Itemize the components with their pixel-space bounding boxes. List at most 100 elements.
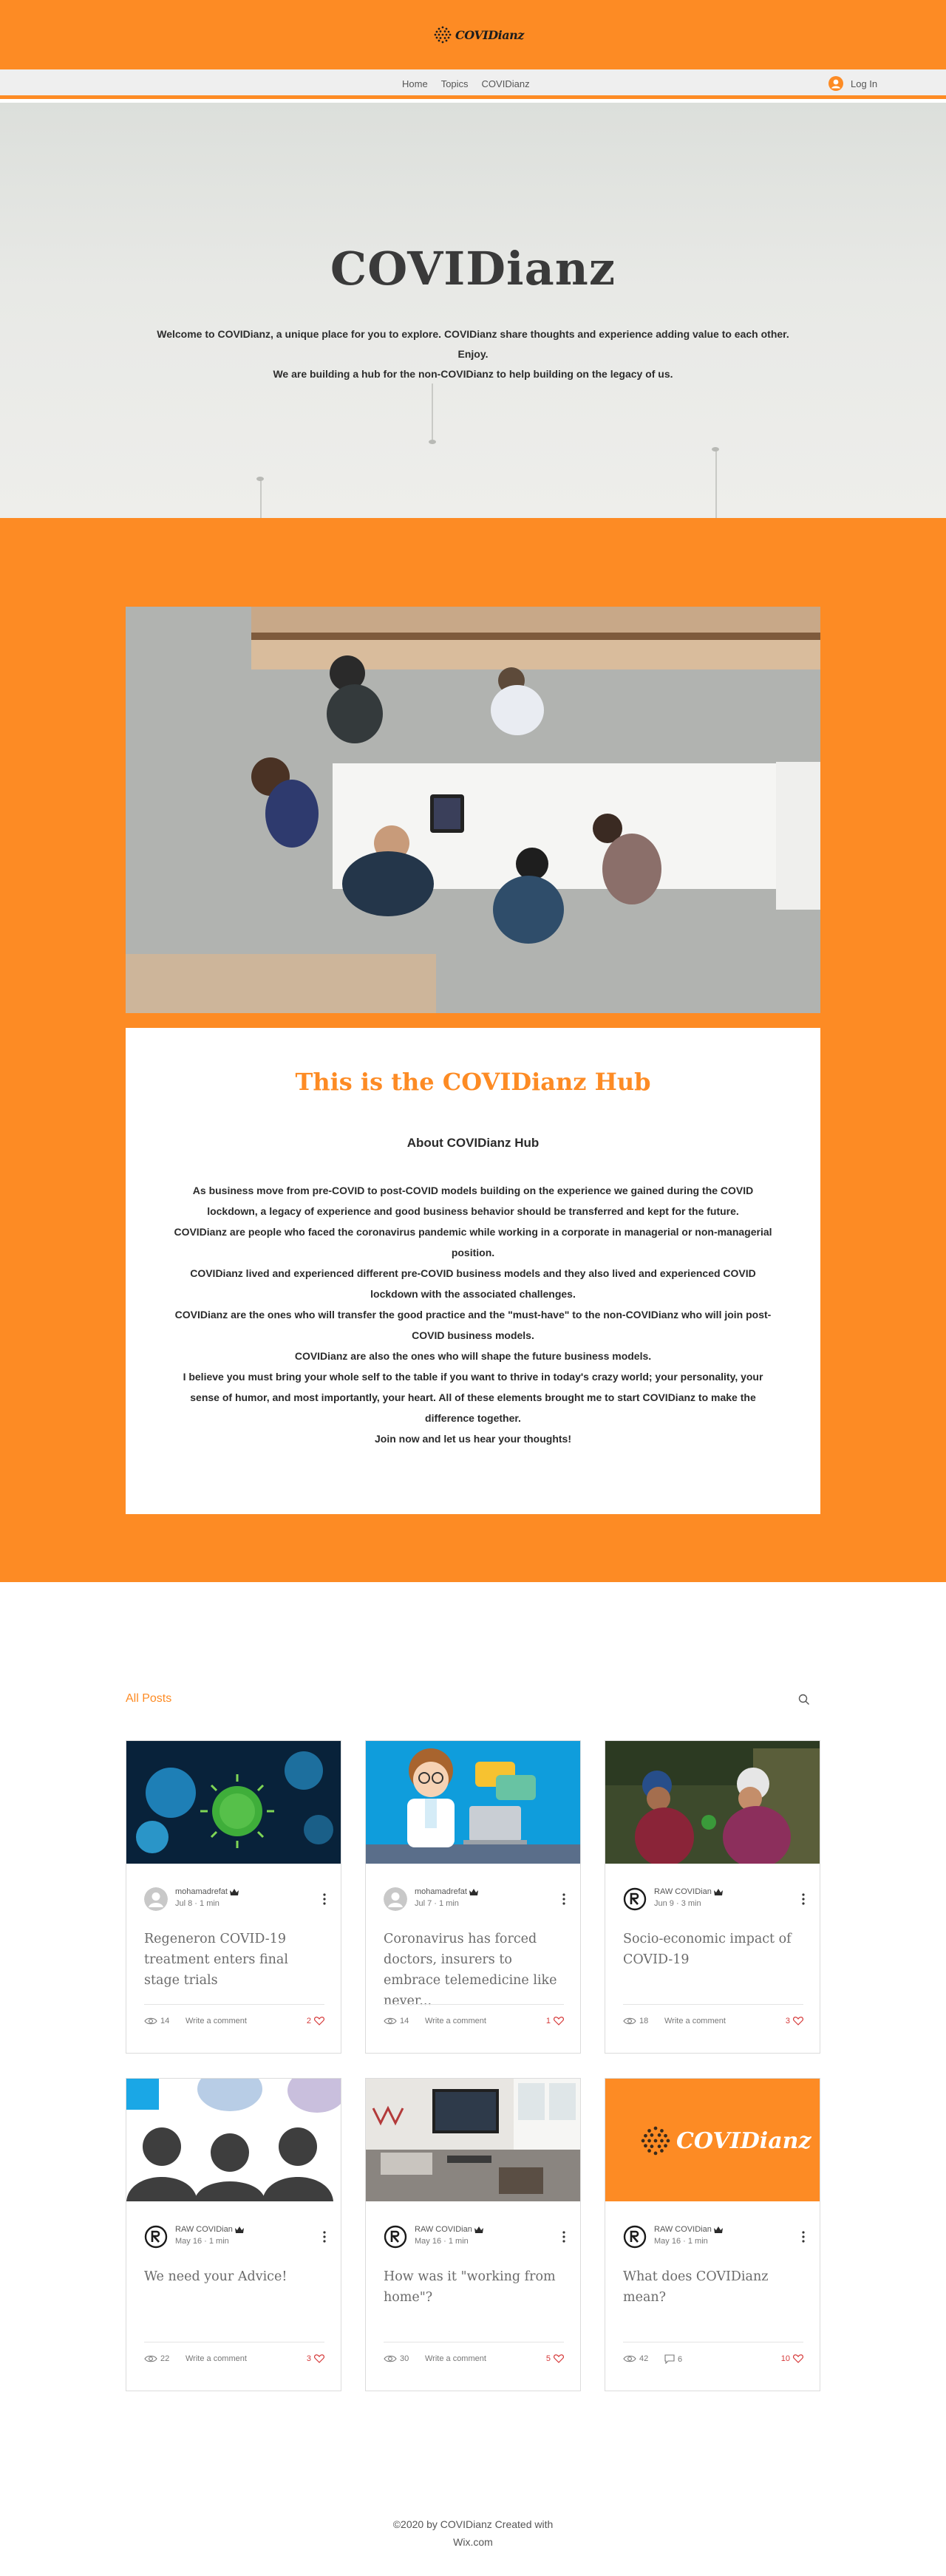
heart-icon [314,2354,324,2363]
author-avatar[interactable] [144,1887,168,1911]
post-meta: RAW COVIDian Jun 9 · 3 min [623,1886,808,1915]
comments-count[interactable]: 6 [664,2354,682,2364]
footer: ©2020 by COVIDianz Created with Wix.com [0,2515,946,2551]
post-title[interactable]: What does COVIDianz mean? [623,2266,803,2308]
like-button[interactable]: 3 [307,2354,324,2363]
post-footer: 22 Write a comment 3 [144,2342,324,2371]
more-options-icon[interactable] [320,2229,329,2244]
author-avatar[interactable] [623,2225,647,2249]
post-thumbnail [126,2079,341,2201]
read-time: 1 min [448,2237,469,2246]
covidianz-logo-image: COVIDianz [639,2124,811,2157]
post-title[interactable]: We need your Advice! [144,2266,324,2287]
market-image [605,1741,820,1864]
post-meta: mohamadrefat Jul 8 · 1 min [144,1886,329,1915]
eye-icon [144,2355,157,2362]
post-card[interactable]: RAW COVIDian Jun 9 · 3 min Socio-economi… [605,1740,820,2054]
about-paragraph: COVIDianz lived and experienced differen… [190,1267,756,1300]
post-date: May 16 · 1 min [654,2237,708,2246]
post-card[interactable]: mohamadrefat Jul 7 · 1 min Coronavirus h… [365,1740,581,2054]
post-meta: RAW COVIDian May 16 · 1 min [384,2224,568,2253]
views-count: 18 [623,2017,648,2025]
likes-value: 2 [306,2017,311,2025]
write-comment-link[interactable]: Write a comment [425,2017,486,2025]
like-button[interactable]: 5 [546,2354,564,2363]
post-meta: RAW COVIDian May 16 · 1 min [623,2224,808,2253]
read-time: 1 min [200,1899,220,1908]
likes-value: 3 [785,2017,790,2025]
post-date: May 16 · 1 min [175,2237,229,2246]
heart-icon [314,2017,324,2025]
post-card[interactable]: COVIDianz RAW COVIDian May 16 · 1 min Wh… [605,2078,820,2391]
meeting-photo [126,607,820,1013]
post-thumbnail: COVIDianz [605,2079,820,2201]
nav-item-topics[interactable]: Topics [441,78,469,89]
crown-icon [234,2226,244,2233]
post-title[interactable]: Socio-economic impact of COVID-19 [623,1929,803,1970]
write-comment-link[interactable]: Write a comment [425,2354,486,2363]
nav-item-covidianz[interactable]: COVIDianz [482,78,530,89]
about-paragraph: COVIDianz are also the ones who will sha… [294,1350,652,1362]
post-footer: 30 Write a comment 5 [384,2342,564,2371]
post-thumbnail [366,2079,580,2201]
more-options-icon[interactable] [559,1892,568,1907]
post-title[interactable]: How was it "working from home"? [384,2266,564,2308]
write-comment-link[interactable]: Write a comment [186,2017,247,2025]
views-value: 30 [400,2354,409,2363]
more-options-icon[interactable] [799,2229,808,2244]
post-title[interactable]: Coronavirus has forced doctors, insurers… [384,1929,564,2011]
author-name: mohamadrefat [415,1887,467,1896]
crown-icon [713,2226,723,2233]
like-button[interactable]: 10 [781,2354,803,2363]
author-name: RAW COVIDian [175,2225,233,2234]
like-button[interactable]: 3 [786,2017,803,2025]
author-avatar[interactable] [623,1887,647,1911]
wix-link[interactable]: Wix.com [0,2533,946,2551]
more-options-icon[interactable] [559,2229,568,2244]
likes-value: 5 [545,2354,551,2363]
hero-lamp [715,450,717,518]
post-footer: 14 Write a comment 2 [144,2004,324,2034]
about-body: As business move from pre-COVID to post-… [170,1180,776,1449]
post-card[interactable]: RAW COVIDian May 16 · 1 min We need your… [126,2078,341,2391]
post-date: Jun 9 · 3 min [654,1899,701,1908]
post-author[interactable]: RAW COVIDian [654,2225,723,2234]
post-author[interactable]: mohamadrefat [175,1887,239,1896]
post-author[interactable]: mohamadrefat [415,1887,478,1896]
nav-item-home[interactable]: Home [402,78,428,89]
write-comment-link[interactable]: Write a comment [664,2017,726,2025]
telemedicine-image [366,1741,580,1864]
views-value: 22 [160,2354,170,2363]
more-options-icon[interactable] [799,1892,808,1907]
post-meta: mohamadrefat Jul 7 · 1 min [384,1886,568,1915]
like-button[interactable]: 1 [546,2017,564,2025]
post-author[interactable]: RAW COVIDian [415,2225,483,2234]
about-card: This is the COVIDianz Hub About COVIDian… [126,1028,820,1514]
login-button[interactable]: Log In [828,76,877,91]
author-avatar[interactable] [144,2225,168,2249]
views-count: 42 [623,2354,648,2363]
author-avatar[interactable] [384,1887,407,1911]
views-value: 14 [160,2017,170,2025]
post-title[interactable]: Regeneron COVID-19 treatment enters fina… [144,1929,324,1991]
all-posts-tab[interactable]: All Posts [126,1692,171,1706]
post-author[interactable]: RAW COVIDian [175,2225,244,2234]
post-date-value: May 16 [175,2237,203,2246]
eye-icon [384,2017,397,2025]
post-thumbnail [366,1741,580,1864]
post-card[interactable]: RAW COVIDian May 16 · 1 min How was it "… [365,2078,581,2391]
like-button[interactable]: 2 [307,2017,324,2025]
author-avatar[interactable] [384,2225,407,2249]
read-time: 1 min [208,2237,229,2246]
views-count: 30 [384,2354,409,2363]
hero-intro-line-2: We are building a hub for the non-COVIDi… [273,368,673,380]
more-options-icon[interactable] [320,1892,329,1907]
site-logo[interactable]: COVIDianz [433,25,524,44]
nav-menu: Home Topics COVIDianz [402,78,530,89]
search-icon[interactable] [798,1694,810,1706]
write-comment-link[interactable]: Write a comment [186,2354,247,2363]
post-author[interactable]: RAW COVIDian [654,1887,723,1896]
likes-value: 1 [545,2017,551,2025]
hero-lamp-shade [712,447,719,452]
post-card[interactable]: mohamadrefat Jul 8 · 1 min Regeneron COV… [126,1740,341,2054]
